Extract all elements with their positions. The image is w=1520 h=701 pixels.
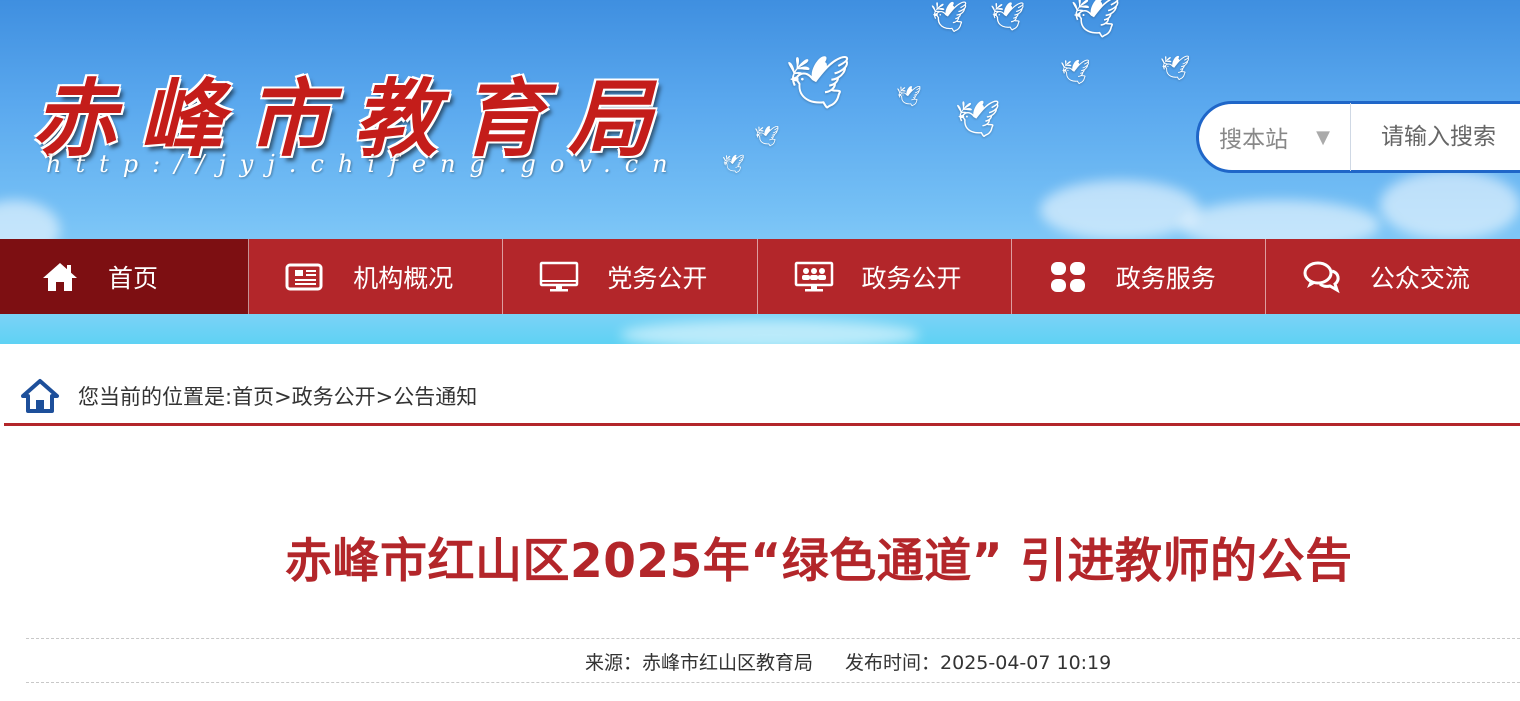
nav-item-organization[interactable]: 机构概况 [249, 239, 504, 314]
search-scope-select[interactable]: 搜本站 ▼ [1199, 120, 1350, 154]
article-title: 赤峰市红山区2025年“绿色通道” 引进教师的公告 [285, 534, 1353, 589]
dove-icon: 🕊 [990, 0, 1026, 33]
people-screen-icon [794, 260, 834, 294]
breadcrumb: 您当前的位置是:首页>政务公开>公告通知 [20, 377, 477, 415]
search-input[interactable] [1351, 123, 1520, 151]
monitor-icon [539, 260, 579, 294]
nav-item-party-affairs[interactable]: 党务公开 [503, 239, 758, 314]
meta-divider [26, 682, 1520, 683]
article-source: 来源：赤峰市红山区教育局 [585, 652, 814, 674]
home-icon [40, 260, 80, 294]
nav-label: 机构概况 [353, 263, 454, 293]
chat-bubbles-icon [1302, 260, 1342, 294]
dropdown-arrow-icon: ▼ [1316, 126, 1330, 148]
meta-divider [26, 638, 1520, 639]
breadcrumb-text[interactable]: 您当前的位置是:首页>政务公开>公告通知 [78, 381, 477, 411]
cloud-decoration [1040, 180, 1200, 240]
nav-label: 首页 [108, 263, 159, 293]
dove-icon: 🕊 [1160, 54, 1191, 82]
dove-icon: 🕊 [1060, 58, 1091, 86]
dove-icon: 🕊 [1070, 0, 1121, 41]
search-scope-label: 搜本站 [1219, 127, 1289, 153]
grid-tiles-icon [1048, 260, 1088, 294]
cloud-decoration [620, 320, 920, 344]
home-outline-icon[interactable] [20, 377, 60, 415]
main-nav: 首页 机构概况 党务公开 政务公开 政务服务 公众交流 [0, 239, 1520, 314]
dove-icon: 🕊 [722, 154, 745, 175]
breadcrumb-divider [4, 423, 1520, 426]
nav-item-home[interactable]: 首页 [0, 239, 250, 314]
dove-icon: 🕊 [785, 53, 852, 113]
nav-label: 党务公开 [607, 263, 708, 293]
nav-item-government-affairs[interactable]: 政务公开 [758, 239, 1012, 314]
dove-icon: 🕊 [754, 124, 780, 148]
article-publish-time: 发布时间：2025-04-07 10:19 [845, 652, 1112, 674]
site-url: http://jyj.chifeng.gov.cn [46, 150, 682, 178]
search-box: 搜本站 ▼ [1196, 101, 1520, 173]
nav-label: 政务公开 [861, 263, 962, 293]
dove-icon: 🕊 [955, 99, 1001, 140]
nav-item-government-services[interactable]: 政务服务 [1012, 239, 1266, 314]
cloud-decoration [1380, 170, 1520, 240]
dove-icon: 🕊 [930, 0, 969, 35]
newspaper-icon [285, 260, 325, 294]
nav-item-public-exchange[interactable]: 公众交流 [1266, 239, 1520, 314]
nav-label: 政务服务 [1115, 263, 1216, 293]
nav-label: 公众交流 [1369, 263, 1470, 293]
dove-icon: 🕊 [896, 84, 922, 108]
article-meta: 来源：赤峰市红山区教育局 发布时间：2025-04-07 10:19 [585, 648, 1111, 675]
